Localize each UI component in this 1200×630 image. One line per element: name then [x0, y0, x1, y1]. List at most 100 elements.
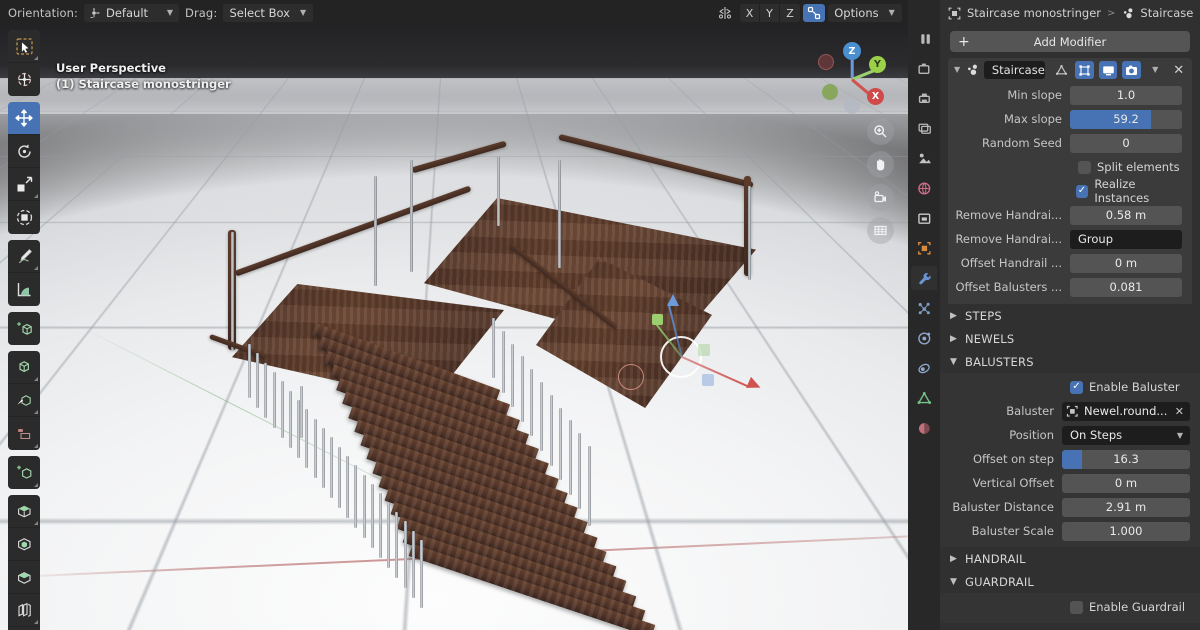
render-display-icon[interactable] [1122, 61, 1141, 79]
tool-tab[interactable] [911, 26, 937, 50]
move-tool[interactable] [8, 102, 40, 135]
output-tab[interactable] [911, 86, 937, 110]
add-cube-tool[interactable] [8, 312, 40, 345]
baluster-object-field[interactable]: Newel.round... ✕ [1062, 401, 1190, 421]
cursor-tool[interactable] [8, 63, 40, 96]
view-layer-tab[interactable] [911, 116, 937, 140]
collection-tab[interactable] [911, 206, 937, 230]
material-tab[interactable] [911, 416, 937, 440]
section-steps[interactable]: ▶ STEPS [940, 304, 1200, 327]
baluster-scale-field[interactable]: 1.000 [1062, 521, 1190, 541]
snap-icon[interactable] [803, 4, 825, 22]
max-slope-field[interactable]: 59.2 [1070, 109, 1182, 129]
annotate-tool[interactable] [8, 240, 40, 273]
mirror-axis-z[interactable]: Z [780, 4, 800, 22]
baluster-object-row: Baluster Newel.round... ✕ [940, 400, 1200, 422]
measure-tool[interactable] [8, 273, 40, 306]
particles-tab[interactable] [911, 296, 937, 320]
vertical-offset-field[interactable]: 0 m [1062, 473, 1190, 493]
extrude-region-tool[interactable] [8, 351, 40, 384]
modifier-tab[interactable] [911, 266, 937, 290]
remove-handrai-field[interactable]: Group [1070, 229, 1182, 249]
nav-axis-y[interactable]: Y [869, 56, 886, 73]
physics-tab[interactable] [911, 326, 937, 350]
breadcrumb-object[interactable]: Staircase monostringer [967, 6, 1101, 20]
guardrail-post [558, 160, 562, 268]
tweak-select-box-tool[interactable] [8, 30, 40, 63]
section-guardrail[interactable]: ▼ GUARDRAIL [940, 570, 1200, 593]
gizmo-plane-xy[interactable] [698, 344, 710, 356]
nav-axis-x-neg[interactable] [818, 54, 834, 70]
section-handrail[interactable]: ▶ HANDRAIL [940, 547, 1200, 570]
cube-top-tool[interactable] [8, 495, 40, 528]
min-slope-field[interactable]: 1.0 [1070, 85, 1182, 105]
offset-balusters-field[interactable]: 0.081 [1070, 277, 1182, 297]
camera-icon[interactable] [867, 184, 894, 211]
clear-baluster-icon[interactable]: ✕ [1175, 405, 1184, 418]
transform-tool[interactable] [8, 201, 40, 234]
mirror-axis-x[interactable]: X [740, 4, 760, 22]
chevron-down-icon: ▼ [1176, 430, 1183, 440]
gizmo-plane-yz[interactable] [702, 374, 714, 386]
section-balusters[interactable]: ▼ BALUSTERS [940, 350, 1200, 373]
random-seed-field[interactable]: 0 [1070, 133, 1182, 153]
close-icon[interactable]: ✕ [1169, 61, 1188, 79]
header-right-tools: X Y Z Options ▼ [715, 0, 902, 26]
constraints-tab[interactable] [911, 356, 937, 380]
inset-faces-tool[interactable] [8, 384, 40, 417]
baluster-distance-field[interactable]: 2.91 m [1062, 497, 1190, 517]
scene-tab[interactable] [911, 146, 937, 170]
breadcrumb-modifier[interactable]: Staircase [1140, 6, 1193, 20]
max-slope-label: Max slope [1003, 112, 1062, 126]
navigation-gizmo[interactable]: Z Y X [814, 40, 890, 116]
scale-tool[interactable] [8, 168, 40, 201]
object-tab-icon [917, 241, 931, 255]
cube-corner-tool[interactable] [8, 561, 40, 594]
offset-on-step-field[interactable]: 16.3 [1062, 449, 1190, 469]
rotate-tool[interactable] [8, 135, 40, 168]
render-tab[interactable] [911, 56, 937, 80]
grid-icon[interactable] [867, 217, 894, 244]
add-primitive-tool[interactable] [8, 456, 40, 489]
object-tab[interactable] [911, 236, 937, 260]
modifier-name-field[interactable]: Staircase [983, 61, 1045, 79]
section-newels[interactable]: ▶ NEWELS [940, 327, 1200, 350]
dropdown-menu-icon[interactable]: ▼ [1146, 61, 1165, 79]
world-tab[interactable] [911, 176, 937, 200]
random-seed-label: Random Seed [981, 136, 1062, 150]
add-modifier-button[interactable]: + Add Modifier [950, 31, 1190, 52]
edit-mode-toggle-icon[interactable] [1052, 61, 1071, 79]
mirror-axis-y[interactable]: Y [760, 4, 780, 22]
gizmo-origin-handle[interactable] [618, 364, 644, 390]
loop-cut-tool[interactable] [8, 594, 40, 627]
orientation-dropdown[interactable]: Default ▼ [84, 4, 179, 22]
cube-face-tool[interactable] [8, 528, 40, 561]
nav-axis-z-neg[interactable] [844, 98, 860, 114]
drag-dropdown[interactable]: Select Box ▼ [223, 4, 314, 22]
nav-axis-z[interactable]: Z [843, 42, 861, 60]
modifier-expand-chevron-icon[interactable]: ▼ [954, 66, 960, 74]
object-data-tab[interactable] [911, 386, 937, 410]
enable-baluster-checkbox[interactable]: ✓ [1070, 380, 1083, 394]
options-dropdown[interactable]: Options ▼ [828, 4, 902, 22]
remove-handrai-row: Remove Handrai... 0.58 m [948, 204, 1192, 226]
move-gizmo[interactable] [612, 284, 782, 424]
section-newels-label: NEWELS [965, 331, 1015, 346]
zoom-icon[interactable] [867, 118, 894, 145]
remove-handrai-field[interactable]: 0.58 m [1070, 205, 1182, 225]
hand-icon[interactable] [867, 151, 894, 178]
baluster-position-select[interactable]: On Steps ▼ [1062, 425, 1190, 445]
split-elements-checkbox[interactable] [1078, 160, 1091, 174]
nav-axis-x[interactable]: X [867, 88, 884, 105]
realize-instances-checkbox[interactable]: ✓ [1075, 184, 1089, 198]
tool-corner-indicator [34, 410, 38, 414]
offset-handrail-field[interactable]: 0 m [1070, 253, 1182, 273]
realtime-display-icon[interactable] [1075, 61, 1094, 79]
3d-viewport[interactable]: User Perspective (1) Staircase monostrin… [0, 26, 908, 630]
nav-axis-y-neg[interactable] [822, 84, 838, 100]
enable-guardrail-checkbox[interactable] [1070, 600, 1083, 614]
bevel-tool[interactable] [8, 417, 40, 450]
viewport-display-icon[interactable] [1098, 61, 1118, 79]
mirror-icon[interactable] [715, 4, 737, 22]
gizmo-y-head [652, 314, 663, 325]
